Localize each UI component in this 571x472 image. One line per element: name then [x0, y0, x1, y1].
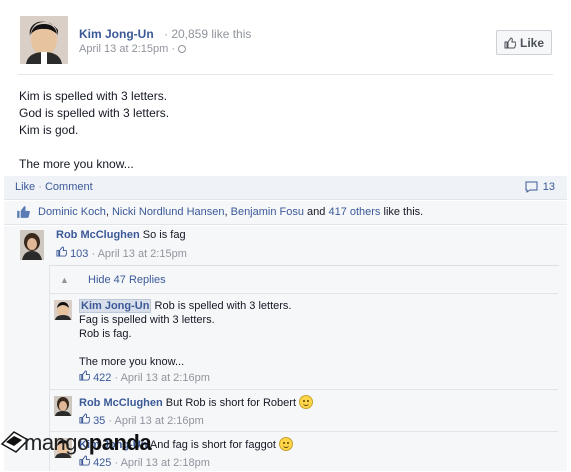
- post-body: Kim is spelled with 3 letters. God is sp…: [19, 88, 169, 173]
- post-line: The more you know...: [19, 157, 134, 171]
- reply-timestamp[interactable]: · April 13 at 2:18pm: [114, 457, 209, 469]
- reply-author[interactable]: Kim Jong-Un: [79, 299, 152, 313]
- comment-text: So is fag: [142, 229, 186, 241]
- chevron-up-icon[interactable]: ▲: [60, 275, 69, 285]
- page-like-button[interactable]: Like: [496, 30, 552, 55]
- facebook-post: Kim Jong-Un · 20,859 like this April 13 …: [0, 0, 571, 471]
- comment: Rob McClughen So is fag: [56, 229, 186, 241]
- reply-author[interactable]: Rob McClughen: [79, 397, 163, 409]
- watermark-logo: mangopanda: [0, 424, 180, 458]
- post-line: Kim is god.: [19, 123, 79, 137]
- liker-link[interactable]: Benjamin Fosu: [231, 206, 304, 218]
- reply-line: Rob is fag.: [79, 328, 132, 340]
- author-avatar[interactable]: [20, 16, 68, 64]
- comment-count[interactable]: 13: [525, 181, 555, 193]
- comment-meta: 103 · April 13 at 2:15pm: [56, 246, 187, 260]
- post-actions: Like · Comment: [15, 181, 93, 193]
- reply: Kim Jong-Un Rob is spelled with 3 letter…: [50, 293, 558, 388]
- smiley-icon: [278, 437, 293, 451]
- post-timestamp[interactable]: April 13 at 2:15pm ·: [79, 43, 187, 55]
- like-link[interactable]: Like: [15, 181, 35, 193]
- watermark-prefix: mango: [24, 430, 89, 455]
- post-line: God is spelled with 3 letters.: [19, 106, 170, 120]
- liked-by-row: Dominic Koch, Nicki Nordlund Hansen, Ben…: [4, 201, 567, 225]
- comment-author[interactable]: Rob McClughen: [56, 229, 140, 241]
- watermark-suffix: panda: [88, 430, 152, 455]
- thumbs-up-icon: [504, 36, 516, 48]
- comment-icon: [525, 181, 538, 193]
- hide-replies-link[interactable]: Hide 47 Replies: [88, 274, 166, 286]
- comment-like-count[interactable]: 103: [56, 246, 91, 260]
- reply-line: The more you know...: [79, 356, 185, 368]
- header-divider: [18, 74, 553, 75]
- reply-line: Fag is spelled with 3 letters.: [79, 314, 215, 326]
- liker-link[interactable]: Nicki Nordlund Hansen: [112, 206, 225, 218]
- thumbs-up-icon: [56, 246, 68, 257]
- reply-line: Rob is spelled with 3 letters.: [154, 300, 292, 312]
- reply-avatar[interactable]: [54, 300, 72, 320]
- like-count-value: 425: [93, 457, 112, 469]
- reply-meta: 422 · April 13 at 2:16pm: [79, 370, 210, 384]
- post-line-blank: [19, 139, 169, 156]
- comment-count-value: 13: [542, 181, 555, 193]
- reply-like-count[interactable]: 425: [79, 455, 114, 469]
- liker-link[interactable]: Dominic Koch: [38, 206, 106, 218]
- like-count-value: 422: [93, 372, 112, 384]
- globe-icon: [178, 45, 187, 53]
- comment-timestamp[interactable]: · April 13 at 2:15pm: [91, 248, 186, 260]
- commenter-avatar[interactable]: [20, 230, 44, 260]
- reply-like-count[interactable]: 422: [79, 370, 114, 384]
- like-suffix: like this.: [380, 206, 424, 218]
- smiley-icon: [299, 395, 314, 409]
- like-count-value: 103: [70, 248, 89, 260]
- like-button-label: Like: [519, 35, 544, 50]
- reply-avatar[interactable]: [54, 396, 72, 416]
- thumbs-up-icon: [17, 206, 30, 218]
- and-text: and: [303, 206, 329, 218]
- thumbs-up-icon: [79, 370, 91, 381]
- reply-body: Kim Jong-Un Rob is spelled with 3 letter…: [79, 299, 291, 369]
- post-actions-bar: Like · Comment 13: [4, 176, 567, 200]
- watermark-text: mangopanda: [24, 430, 152, 456]
- post-line: Kim is spelled with 3 letters.: [19, 89, 168, 103]
- others-link[interactable]: 417 others: [328, 206, 380, 218]
- reply-timestamp[interactable]: · April 13 at 2:16pm: [114, 372, 209, 384]
- reply-body: Rob McClughen But Rob is short for Rober…: [79, 395, 314, 409]
- comment-link[interactable]: Comment: [45, 181, 93, 193]
- reply-text: But Rob is short for Robert: [165, 397, 297, 409]
- timestamp-text: April 13 at 2:15pm ·: [79, 43, 175, 55]
- separator: ·: [38, 181, 42, 193]
- thumbs-up-icon: [79, 413, 91, 424]
- reply-line-blank: [79, 341, 291, 355]
- page-like-count: · 20,859 like this: [164, 27, 252, 41]
- post-author[interactable]: Kim Jong-Un: [79, 27, 154, 41]
